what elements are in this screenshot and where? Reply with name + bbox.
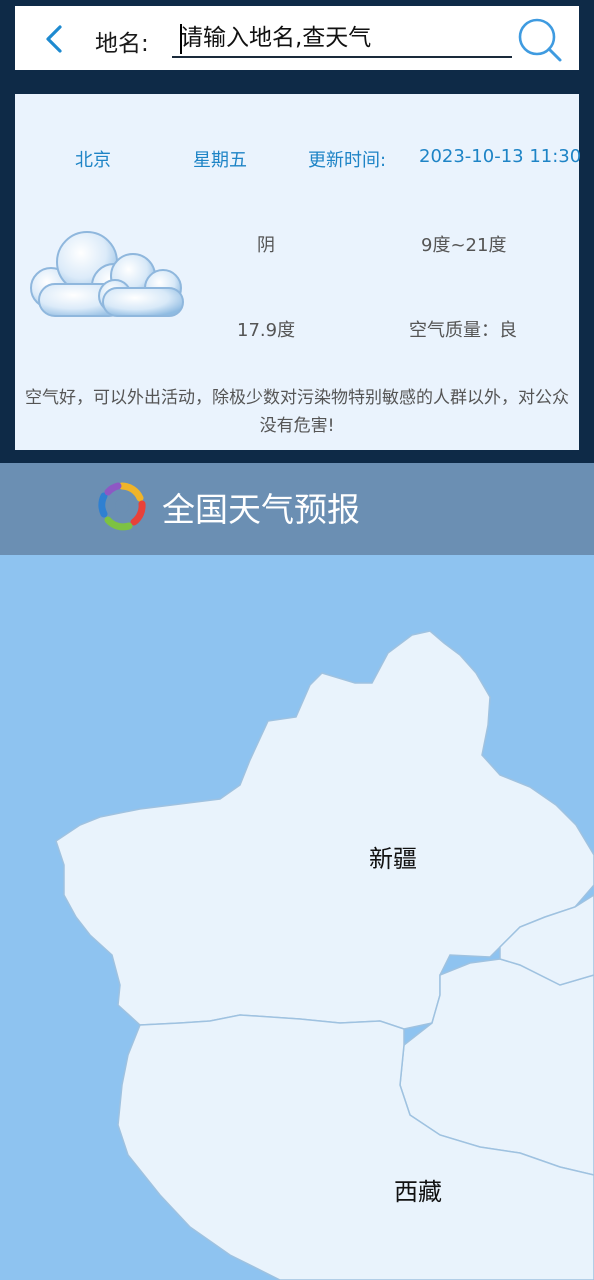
air-quality-advice: 空气好，可以外出活动，除极少数对污染物特别敏感的人群以外，对公众没有危害! (25, 388, 569, 436)
cloudy-icon (29, 226, 189, 326)
back-button[interactable] (39, 22, 69, 56)
city-name: 北京 (75, 150, 111, 171)
text-caret (180, 24, 182, 54)
search-bar: 地名: (15, 6, 579, 70)
search-label: 地名: (95, 31, 149, 57)
temperature-range: 9度~21度 (421, 235, 507, 256)
region-label-xinjiang: 新疆 (369, 845, 417, 873)
weather-header-row: 北京 星期五 更新时间: 2023-10-13 11:30 (15, 146, 582, 171)
weather-app: 地名: 北京 星期五 更新时间: 2023-10-13 11:30 (0, 0, 594, 1280)
weather-map[interactable]: 新疆 西藏 (0, 555, 594, 1280)
update-label: 更新时间: (308, 150, 387, 171)
weekday: 星期五 (193, 150, 247, 171)
search-input[interactable] (172, 20, 512, 58)
forecast-header: 全国天气预报 (0, 463, 594, 555)
chevron-left-icon (46, 25, 62, 53)
search-button[interactable] (515, 15, 565, 65)
current-temperature: 17.9度 (237, 320, 296, 341)
search-icon (518, 18, 562, 62)
update-time: 2023-10-13 11:30 (419, 146, 582, 167)
region-label-xizang: 西藏 (394, 1178, 442, 1206)
weather-card: 北京 星期五 更新时间: 2023-10-13 11:30 阴 9度~21度 1… (15, 94, 582, 450)
forecast-title: 全国天气预报 (162, 490, 360, 529)
air-quality: 空气质量：良 (409, 320, 517, 341)
weather-condition: 阴 (257, 235, 275, 256)
weather-logo-icon (96, 480, 148, 532)
